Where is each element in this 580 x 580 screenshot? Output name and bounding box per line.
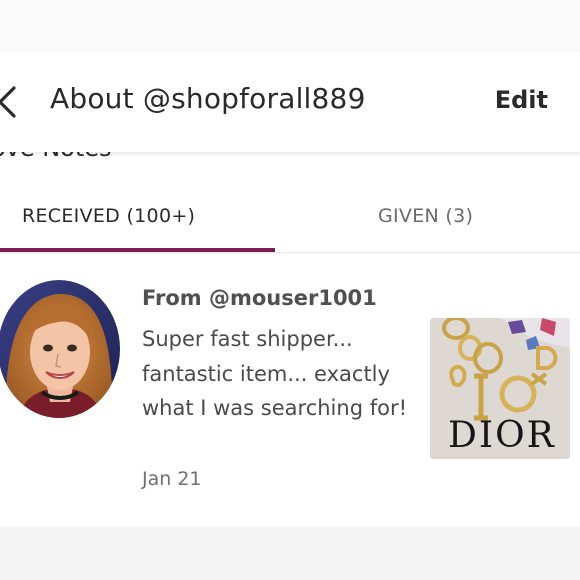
love-note-item: From @mouser1001 Super fast shipper... f… — [0, 252, 580, 526]
tab-received-label: RECEIVED (100+) — [22, 205, 196, 227]
love-notes-tabs: RECEIVED (100+) GIVEN (3) — [0, 194, 580, 253]
page-header: About @shopforall889 Edit — [0, 52, 580, 152]
bottom-area — [0, 526, 580, 580]
item-logo-text: DIOR — [448, 415, 556, 456]
note-author[interactable]: From @mouser1001 — [142, 286, 377, 310]
edit-button[interactable]: Edit — [495, 86, 548, 114]
item-thumbnail[interactable]: DIOR — [430, 318, 570, 459]
page-title: About @shopforall889 — [50, 82, 366, 115]
section-title: Love Notes — [0, 152, 112, 162]
status-area — [0, 0, 580, 52]
tab-given-label: GIVEN (3) — [378, 205, 474, 227]
love-notes-panel: Love Notes RECEIVED (100+) GIVEN (3) — [0, 152, 580, 526]
tab-given[interactable]: GIVEN (3) — [290, 194, 580, 252]
tab-received[interactable]: RECEIVED (100+) — [0, 194, 275, 252]
note-message: Super fast shipper... fantastic item... … — [142, 327, 407, 420]
avatar[interactable] — [0, 280, 120, 418]
note-date: Jan 21 — [142, 468, 202, 490]
chevron-left-icon[interactable] — [0, 82, 22, 122]
